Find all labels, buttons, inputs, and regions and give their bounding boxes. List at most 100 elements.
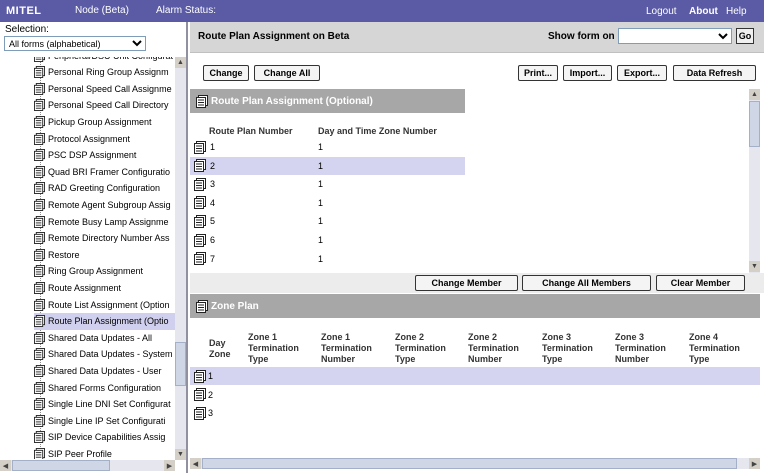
edit-record-icon[interactable] <box>194 159 206 173</box>
tree-item[interactable]: Ring Group Assignment <box>34 263 175 280</box>
tree-item-label: Shared Data Updates - User <box>48 365 162 376</box>
print-button[interactable]: Print... <box>518 65 558 81</box>
tree-item[interactable]: Personal Speed Call Assignme <box>34 80 175 97</box>
tree-item[interactable]: Remote Agent Subgroup Assig <box>34 196 175 213</box>
tree-item[interactable]: SIP Device Capabilities Assig <box>34 429 175 446</box>
table-row[interactable]: 41 <box>190 194 465 212</box>
tree-item[interactable]: Pickup Group Assignment <box>34 113 175 130</box>
help-link[interactable]: Help <box>726 6 747 17</box>
zone-plan-hscroll-thumb[interactable] <box>202 458 737 469</box>
table-row[interactable]: 21 <box>190 156 465 175</box>
scroll-up-icon[interactable]: ▲ <box>175 57 186 68</box>
tree-item-label: Peripheral/DSU Unit Configurat <box>48 57 173 61</box>
table-row[interactable]: 71 <box>190 250 465 268</box>
tree-item[interactable]: Single Line IP Set Configurati <box>34 412 175 429</box>
form-icon <box>34 315 45 328</box>
scroll-right-icon[interactable]: ▶ <box>749 458 760 469</box>
form-icon <box>34 331 45 344</box>
tree-item[interactable]: PSC DSP Assignment <box>34 147 175 164</box>
show-form-select[interactable] <box>618 28 732 44</box>
tree-item[interactable]: Remote Busy Lamp Assignme <box>34 213 175 230</box>
table-row[interactable]: 51 <box>190 212 465 230</box>
export-button[interactable]: Export... <box>617 65 667 81</box>
route-plan-number-cell: 3 <box>210 179 216 190</box>
data-refresh-button[interactable]: Data Refresh <box>673 65 756 81</box>
tree-item[interactable]: Route List Assignment (Option <box>34 296 175 313</box>
tree-item[interactable]: Personal Ring Group Assignm <box>34 64 175 81</box>
zone-col-header: Zone 4 Termination Type <box>689 332 740 364</box>
zone-number-cell: 1 <box>318 179 324 190</box>
tree-item[interactable]: SIP Peer Profile <box>34 445 175 459</box>
form-toolbar: Change Change All Print... Import... Exp… <box>190 52 764 88</box>
form-icon <box>34 364 45 377</box>
tree-item[interactable]: Shared Data Updates - System <box>34 346 175 363</box>
tree-item-label: Quad BRI Framer Configuratio <box>48 166 171 177</box>
tree-item[interactable]: Shared Forms Configuration <box>34 379 175 396</box>
table-row[interactable]: 11 <box>190 138 465 156</box>
tree-item[interactable]: RAD Greeting Configuration <box>34 180 175 197</box>
scroll-right-icon[interactable]: ▶ <box>164 460 175 471</box>
tree-item[interactable]: Quad BRI Framer Configuratio <box>34 163 175 180</box>
import-button[interactable]: Import... <box>563 65 612 81</box>
edit-record-icon[interactable] <box>194 252 206 266</box>
table-row[interactable]: 31 <box>190 175 465 193</box>
tree-item[interactable]: Personal Speed Call Directory <box>34 97 175 114</box>
day-zone-cell: 2 <box>208 389 214 400</box>
form-filter-select[interactable]: All forms (alphabetical) <box>4 36 146 51</box>
form-icon <box>34 215 45 228</box>
tree-item[interactable]: Route Assignment <box>34 279 175 296</box>
change-button[interactable]: Change <box>203 65 249 81</box>
tree-item[interactable]: Restore <box>34 246 175 263</box>
scroll-left-icon[interactable]: ◀ <box>190 458 201 469</box>
tree-vscrollbar[interactable]: ▲ ▼ <box>175 57 186 460</box>
tree-item[interactable]: Shared Data Updates - User <box>34 362 175 379</box>
tree-vscroll-thumb[interactable] <box>175 342 186 386</box>
change-all-button[interactable]: Change All <box>254 65 320 81</box>
tree-item-label: Pickup Group Assignment <box>48 116 152 127</box>
form-navigator: Selection: All forms (alphabetical) Peri… <box>0 22 188 473</box>
change-all-members-button[interactable]: Change All Members <box>522 275 651 291</box>
go-button[interactable]: Go <box>736 28 754 44</box>
table-row[interactable]: 1 <box>190 367 760 385</box>
tree-hscroll-thumb[interactable] <box>12 460 110 471</box>
edit-record-icon[interactable] <box>194 140 206 154</box>
logout-link[interactable]: Logout <box>646 6 677 17</box>
zone-plan-hscrollbar[interactable]: ◀ ▶ <box>190 458 760 469</box>
table-row[interactable]: 61 <box>190 231 465 249</box>
scroll-left-icon[interactable]: ◀ <box>0 460 11 471</box>
scroll-down-icon[interactable]: ▼ <box>749 261 760 272</box>
tree-item[interactable]: Protocol Assignment <box>34 130 175 147</box>
scroll-up-icon[interactable]: ▲ <box>749 89 760 100</box>
table-row[interactable]: 3 <box>190 404 760 422</box>
change-member-button[interactable]: Change Member <box>415 275 518 291</box>
route-plan-number-cell: 2 <box>210 160 216 171</box>
route-plan-vscrollbar[interactable]: ▲ ▼ <box>749 89 760 273</box>
edit-record-icon[interactable] <box>194 388 206 401</box>
edit-record-icon[interactable] <box>194 369 206 383</box>
form-icon <box>196 299 208 313</box>
about-link[interactable]: About <box>689 6 718 17</box>
form-icon <box>34 198 45 211</box>
route-plan-vscroll-thumb[interactable] <box>749 101 760 147</box>
mitel-logo: MITEL <box>6 5 42 17</box>
tree-item[interactable]: Remote Directory Number Ass <box>34 230 175 247</box>
edit-record-icon[interactable] <box>194 406 206 420</box>
edit-record-icon[interactable] <box>194 214 206 228</box>
zone-number-cell: 1 <box>318 235 324 245</box>
tree-hscrollbar[interactable]: ◀ ▶ <box>0 460 175 471</box>
tree-item[interactable]: Shared Data Updates - All <box>34 329 175 346</box>
selection-label: Selection: <box>5 24 49 35</box>
tree-item[interactable]: Single Line DNI Set Configurat <box>34 396 175 413</box>
tree-item-label: SIP Device Capabilities Assig <box>48 432 166 443</box>
tree-item[interactable]: Route Plan Assignment (Optio <box>34 312 175 330</box>
member-toolbar: Change Member Change All Members Clear M… <box>190 273 764 293</box>
form-icon <box>34 248 45 261</box>
edit-record-icon[interactable] <box>194 233 206 247</box>
tree-item-label: PSC DSP Assignment <box>48 150 137 161</box>
form-icon <box>34 265 45 278</box>
clear-member-button[interactable]: Clear Member <box>656 275 745 291</box>
scroll-down-icon[interactable]: ▼ <box>175 449 186 460</box>
table-row[interactable]: 2 <box>190 386 760 404</box>
edit-record-icon[interactable] <box>194 177 206 191</box>
edit-record-icon[interactable] <box>194 196 206 210</box>
